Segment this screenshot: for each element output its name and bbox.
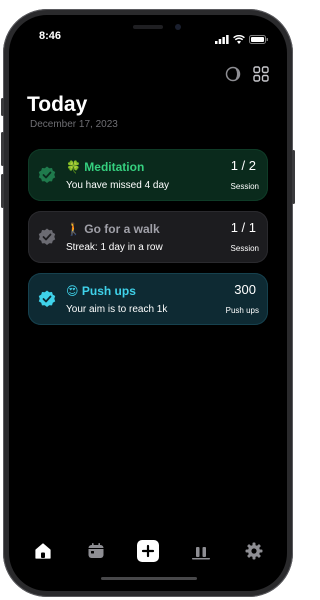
habit-title: 🍀 Meditation: [66, 160, 145, 174]
habit-card-meditation[interactable]: 🍀 Meditation You have missed 4 day 1 / 2…: [28, 149, 268, 201]
tab-bar: [9, 539, 287, 563]
habit-unit: Session: [230, 244, 259, 253]
add-icon[interactable]: [136, 539, 160, 563]
habit-subtitle: You have missed 4 day: [66, 180, 170, 191]
settings-icon[interactable]: [242, 539, 266, 563]
habit-card-walk[interactable]: 🚶 Go for a walk Streak: 1 day in a row 1…: [28, 211, 268, 263]
clover-icon: 🍀: [66, 160, 81, 174]
heart-eyes-icon: 😍: [66, 284, 79, 298]
stats-icon[interactable]: [189, 539, 213, 563]
grid-view-icon[interactable]: [253, 66, 269, 82]
power-button: [292, 150, 295, 204]
page-title: Today: [27, 93, 88, 116]
habit-unit: Session: [230, 182, 259, 191]
side-button: [1, 98, 4, 116]
status-time: 8:46: [39, 30, 62, 42]
habit-title: 😍 Push ups: [66, 284, 136, 298]
habit-title: 🚶 Go for a walk: [66, 222, 160, 236]
screen: 8:46 Today December 17, 2023 🍀 Meditatio…: [9, 15, 287, 591]
check-badge-icon[interactable]: [38, 166, 56, 184]
volume-up-button: [1, 132, 4, 166]
theme-toggle-icon[interactable]: [225, 66, 241, 82]
habit-count: 1 / 2: [230, 158, 256, 173]
status-icons: [215, 31, 269, 49]
wifi-icon: [233, 31, 245, 49]
top-toolbar: [225, 66, 269, 82]
habit-card-push-ups[interactable]: 😍 Push ups Your aim is to reach 1k 300 P…: [28, 273, 268, 325]
habit-count: 300: [234, 282, 256, 297]
speaker: [133, 25, 163, 29]
habit-subtitle: Your aim is to reach 1k: [66, 304, 168, 315]
walking-person-icon: 🚶: [66, 222, 81, 236]
camera: [175, 24, 181, 30]
habit-count: 1 / 1: [230, 220, 256, 235]
notch: [81, 15, 215, 43]
calendar-icon[interactable]: [84, 539, 108, 563]
home-icon[interactable]: [31, 539, 55, 563]
page-date: December 17, 2023: [30, 119, 118, 130]
battery-icon: [249, 31, 269, 49]
habit-subtitle: Streak: 1 day in a row: [66, 242, 163, 253]
check-badge-icon[interactable]: [38, 290, 56, 308]
signal-icon: [215, 31, 229, 49]
home-indicator[interactable]: [101, 577, 197, 580]
volume-down-button: [1, 174, 4, 208]
habit-unit: Push ups: [225, 306, 259, 315]
check-badge-icon[interactable]: [38, 228, 56, 246]
